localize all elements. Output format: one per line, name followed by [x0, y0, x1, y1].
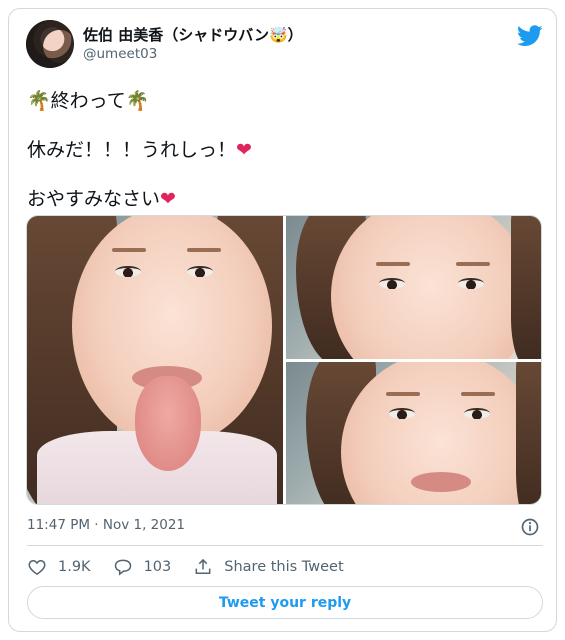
tweet-card: 佐伯 由美香（シャドウバン🤯） @umeet03 🌴終わって🌴 休みだ！！！うれ…	[8, 8, 557, 632]
reply-count-button[interactable]: 103	[113, 557, 172, 577]
author-name-row[interactable]: 佐伯 由美香（シャドウバン🤯）	[83, 23, 303, 45]
photo-2[interactable]	[286, 216, 541, 359]
like-button[interactable]: 1.9K	[27, 557, 91, 577]
timestamp[interactable]: 11:47 PM · Nov 1, 2021	[27, 517, 185, 533]
tweet-actions: 1.9K 103 Share this Tweet	[27, 555, 366, 579]
tweet-line-2: 休みだ！！！うれしっ！❤	[27, 139, 252, 161]
tweet-line-3: おやすみなさい❤	[27, 188, 176, 210]
timestamp-row: 11:47 PM · Nov 1, 2021	[27, 517, 543, 537]
divider	[27, 545, 543, 546]
share-label: Share this Tweet	[224, 559, 344, 575]
share-icon	[195, 558, 211, 574]
twitter-bird-icon[interactable]	[517, 25, 543, 47]
heart-icon	[28, 559, 46, 575]
photo-3[interactable]	[286, 362, 541, 504]
photo-1[interactable]	[27, 216, 283, 504]
like-count: 1.9K	[58, 559, 91, 575]
tweet-your-reply-button[interactable]: Tweet your reply	[27, 586, 543, 619]
display-name[interactable]: 佐伯 由美香（シャドウバン🤯）	[83, 24, 303, 45]
media-grid	[26, 215, 542, 505]
share-button[interactable]: Share this Tweet	[193, 557, 344, 577]
tweet-line-1: 🌴終わって🌴	[27, 90, 150, 112]
info-icon[interactable]	[520, 517, 540, 537]
reply-bubble-icon	[114, 559, 131, 576]
username[interactable]: @umeet03	[83, 46, 157, 62]
avatar[interactable]	[26, 20, 74, 68]
reply-button-label: Tweet your reply	[218, 594, 352, 611]
reply-count: 103	[143, 559, 172, 575]
